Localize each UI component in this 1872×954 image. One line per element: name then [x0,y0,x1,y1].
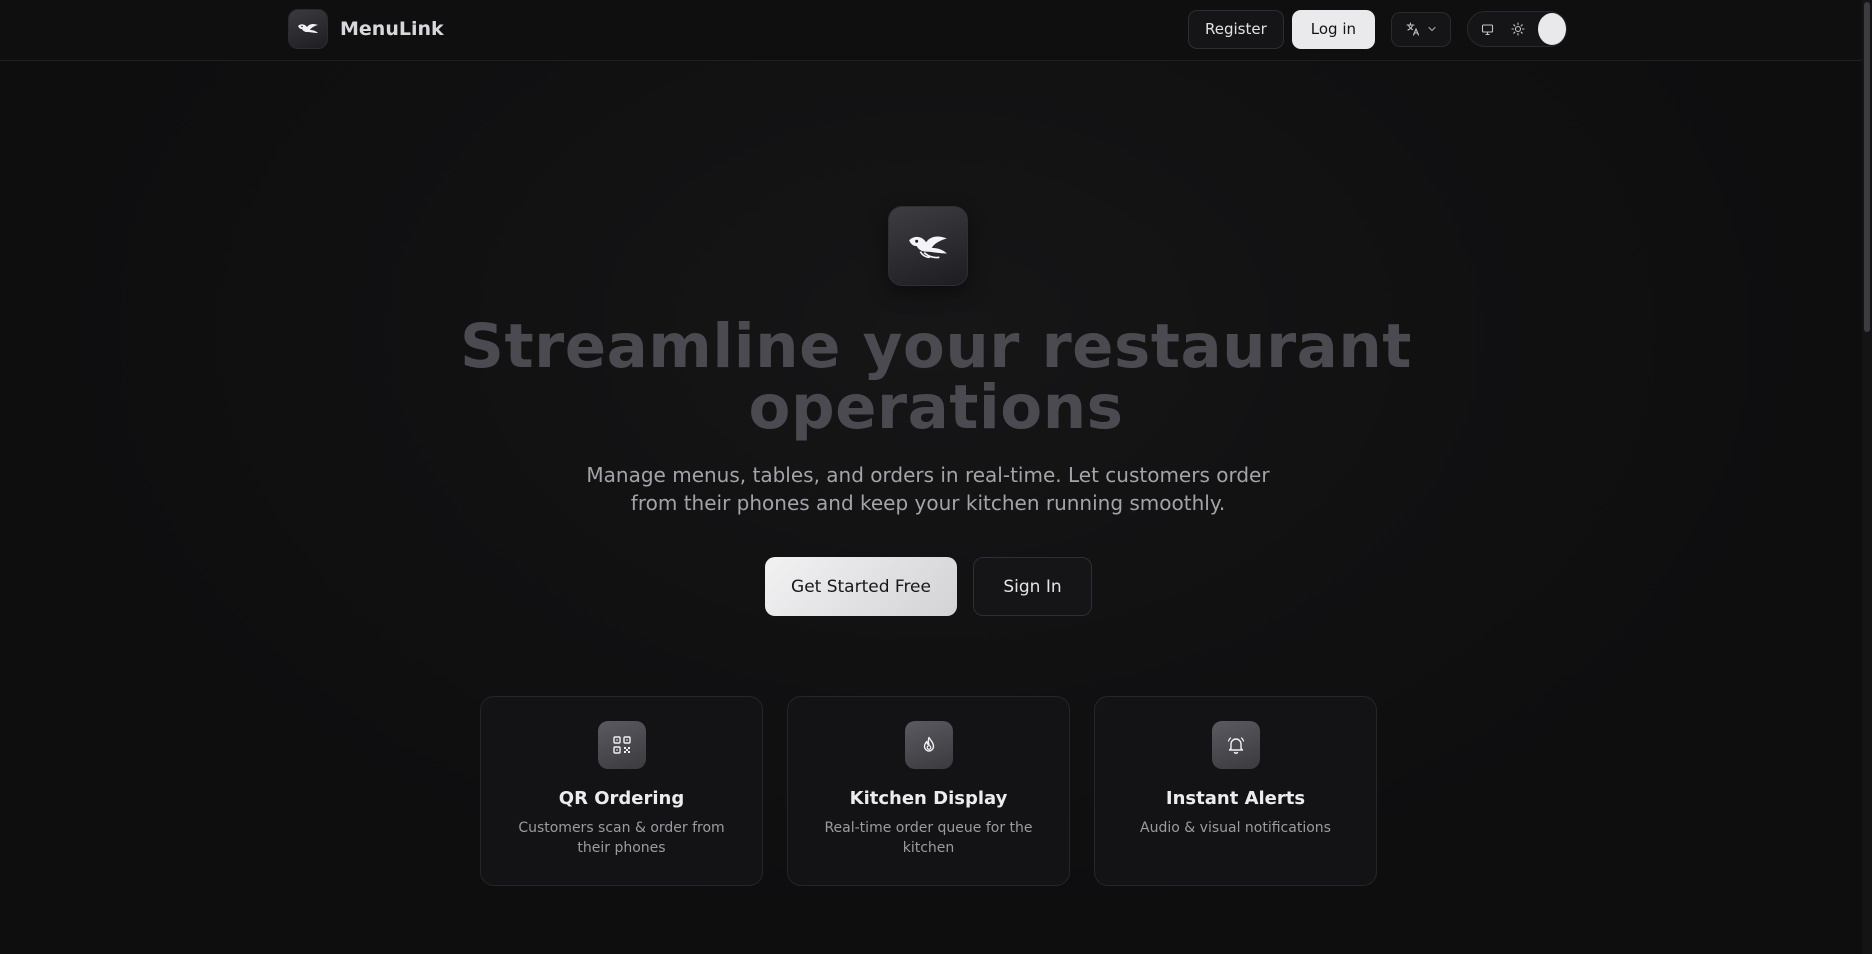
hero-title: Streamline your restaurant operations [460,311,1412,443]
login-button[interactable]: Log in [1291,9,1375,49]
hero-subtitle: Manage menus, tables, and orders in real… [586,463,1270,515]
bell-icon [1211,721,1260,769]
feature-cards: QR Ordering Customers scan & order from … [480,696,1377,886]
hero-bird-logo-icon [888,206,968,286]
dark-mode-toggle[interactable] [1537,13,1566,45]
register-button[interactable]: Register [1188,9,1284,49]
brand[interactable]: MenuLink [288,9,444,49]
scrollbar-thumb[interactable] [1864,2,1870,332]
header-actions: Register Log in [1188,9,1567,49]
get-started-button[interactable]: Get Started Free [765,557,957,616]
feature-card-instant-alerts: Instant Alerts Audio & visual notificati… [1094,696,1377,886]
feature-card-kitchen-display: Kitchen Display Real-time order queue fo… [787,696,1070,886]
feature-card-qr-ordering: QR Ordering Customers scan & order from … [480,696,763,886]
chevron-down-icon [1428,26,1436,32]
flame-icon [904,721,953,769]
landing-page: MenuLink Register Log in Streamline your… [0,0,1872,954]
page-scrollbar[interactable] [1862,0,1872,954]
language-selector[interactable] [1391,11,1451,47]
translate-icon [1406,22,1420,36]
feature-title: Instant Alerts [1165,788,1306,809]
theme-switcher [1467,11,1567,47]
qr-code-icon [597,721,646,769]
feature-description: Audio & visual notifications [1140,820,1331,836]
cta-row: Get Started Free Sign In [765,557,1092,616]
sun-icon[interactable] [1510,20,1526,38]
feature-title: QR Ordering [558,788,685,809]
feature-description: Customers scan & order from their phones [518,820,725,856]
brand-name: MenuLink [340,18,444,40]
feature-description: Real-time order queue for the kitchen [824,820,1033,856]
feature-title: Kitchen Display [849,788,1008,809]
monitor-icon[interactable] [1480,20,1496,38]
sign-in-button[interactable]: Sign In [973,557,1092,616]
bird-logo-icon [288,9,328,49]
top-nav: MenuLink Register Log in [0,0,1862,61]
